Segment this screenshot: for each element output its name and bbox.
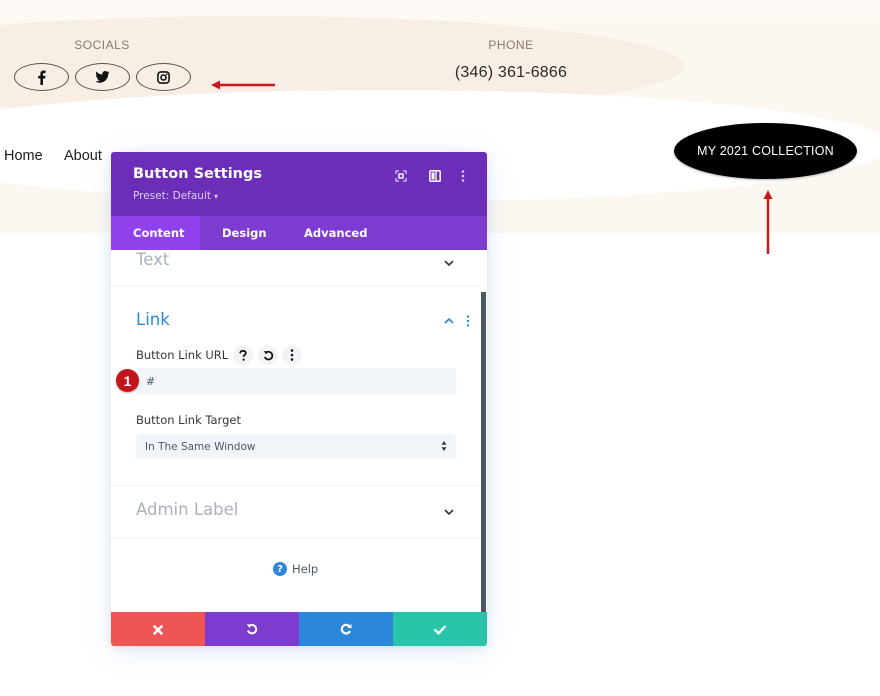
redo-icon [340, 620, 352, 639]
help-label: Help [292, 562, 319, 576]
save-button[interactable] [393, 612, 487, 646]
modal-footer [111, 612, 487, 646]
help-question-icon[interactable] [233, 345, 253, 365]
help-link[interactable]: ? Help [273, 562, 318, 576]
button-link-target-select[interactable]: In The Same Window [136, 434, 456, 459]
button-link-url-input[interactable] [136, 368, 456, 394]
tab-advanced[interactable]: Advanced [282, 216, 367, 250]
caret-down-icon: ▾ [213, 192, 218, 201]
section-divider [111, 485, 481, 486]
instagram-icon [157, 70, 170, 84]
preset-dropdown[interactable]: Preset: Default ▾ [133, 190, 218, 202]
button-link-url-label: Button Link URL [136, 348, 229, 362]
twitter-icon [95, 71, 110, 83]
section-divider [111, 286, 481, 287]
button-link-target-label: Button Link Target [136, 413, 241, 427]
facebook-button[interactable] [14, 63, 69, 91]
nav-item-home[interactable]: Home [4, 148, 43, 164]
settings-tabs: Content Design Advanced [111, 216, 487, 250]
target-select-value: In The Same Window [145, 440, 256, 453]
tab-design[interactable]: Design [200, 216, 282, 250]
button-settings-modal: Button Settings Preset: Default ▾ Content… [111, 152, 487, 646]
undo-icon [246, 620, 258, 639]
expand-icon[interactable] [393, 168, 409, 184]
tab-content[interactable]: Content [111, 216, 200, 250]
section-link-toggle[interactable]: Link [136, 310, 170, 329]
modal-title: Button Settings [133, 166, 263, 182]
chevron-down-icon[interactable] [442, 256, 456, 270]
checkmark-icon [434, 620, 446, 639]
phone-label: PHONE [488, 38, 534, 52]
settings-body: Text Link Button Link URL 1 Button Link … [111, 250, 487, 612]
settings-scrollbar[interactable] [481, 292, 486, 612]
phone-number: (346) 361-6866 [454, 64, 568, 81]
split-view-icon[interactable] [427, 168, 443, 184]
section-text-toggle[interactable]: Text [136, 250, 169, 269]
reset-icon[interactable] [258, 345, 278, 365]
instagram-button[interactable] [136, 63, 191, 91]
more-vertical-icon[interactable] [455, 168, 471, 184]
step-badge: 1 [116, 369, 139, 392]
section-divider [111, 537, 481, 538]
facebook-icon [37, 70, 46, 85]
nav-item-about[interactable]: About [64, 148, 102, 164]
redo-button[interactable] [299, 612, 393, 646]
modal-header: Button Settings Preset: Default ▾ [111, 152, 487, 216]
close-icon [153, 620, 163, 639]
annotation-arrow-left-icon [211, 76, 277, 95]
annotation-arrow-up-icon [762, 190, 774, 258]
select-arrows-icon [441, 440, 447, 455]
twitter-button[interactable] [75, 63, 130, 91]
socials-label: SOCIALS [74, 38, 130, 52]
section-more-icon[interactable] [461, 314, 475, 328]
section-admin-label-toggle[interactable]: Admin Label [136, 500, 238, 519]
preset-label: Preset: Default [133, 190, 211, 202]
chevron-up-icon[interactable] [442, 314, 456, 328]
my-collection-button[interactable]: MY 2021 COLLECTION [674, 123, 857, 179]
cancel-button[interactable] [111, 612, 205, 646]
chevron-down-icon[interactable] [442, 505, 456, 519]
field-more-icon[interactable] [282, 345, 302, 365]
help-circle-icon: ? [273, 562, 287, 576]
undo-button[interactable] [205, 612, 299, 646]
